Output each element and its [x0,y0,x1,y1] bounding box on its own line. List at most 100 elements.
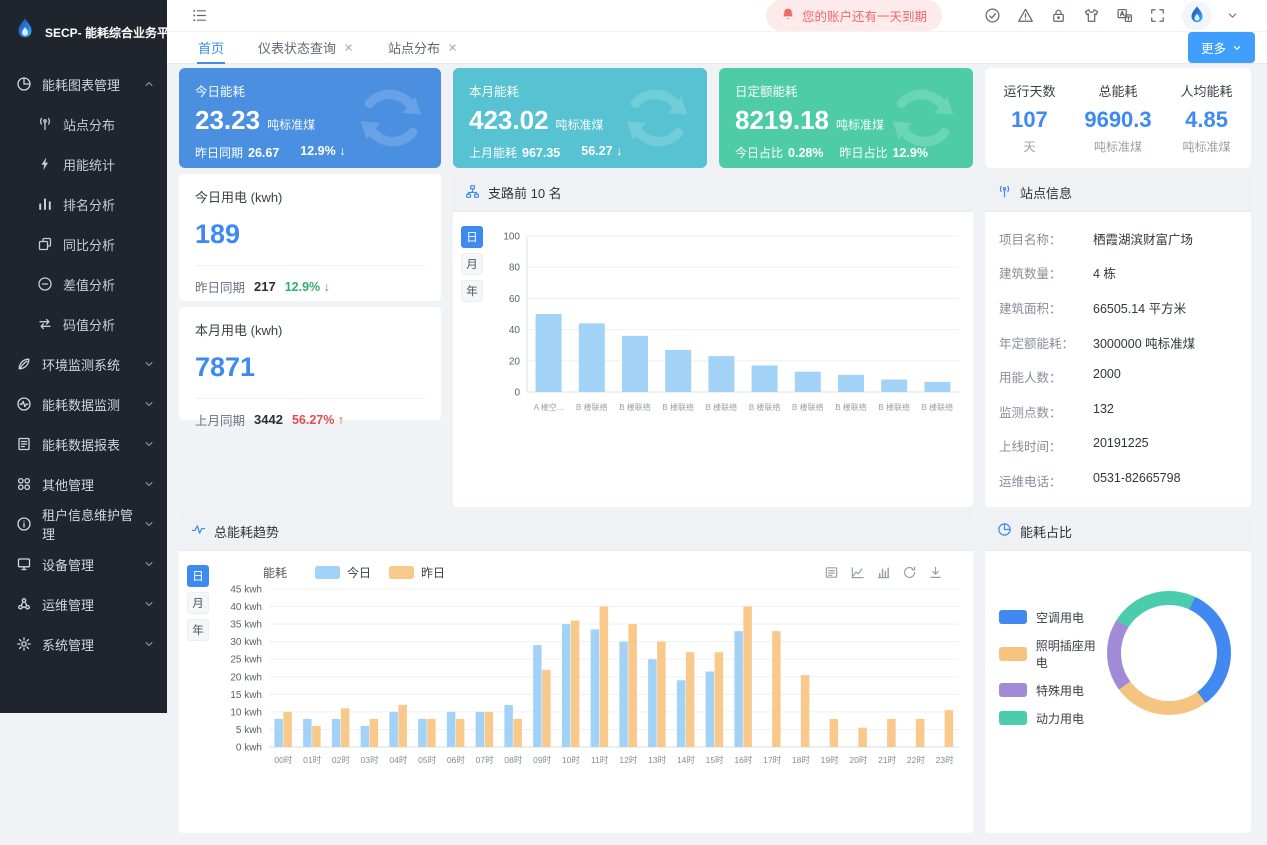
fullscreen-button[interactable] [1141,7,1174,24]
site-info-row: 建筑面积：66505.14 平方米 [999,290,1237,325]
period-toggle-月[interactable]: 月 [187,592,209,614]
translate-icon [1116,7,1133,24]
tshirt-button[interactable] [1075,7,1108,24]
site-info-value: 3000000 吨标准煤 [1093,333,1195,352]
donut-legend-item-2[interactable]: 特殊用电 [999,682,1107,699]
logo[interactable]: SECP- 能耗综合业务平台 [0,0,167,64]
site-info-row: 年定额能耗：3000000 吨标准煤 [999,325,1237,360]
svg-text:22时: 22时 [907,755,925,765]
menu-collapse-button[interactable] [183,7,216,24]
stat-label: 总能耗 [1084,81,1151,100]
sidebar-item-7[interactable]: 运维管理 [0,584,167,624]
sidebar: SECP- 能耗综合业务平台 能耗图表管理站点分布用能统计排名分析同比分析差值分… [0,0,167,713]
user-menu-chevron[interactable] [1216,9,1249,22]
sidebar-item-2[interactable]: 能耗数据监测 [0,384,167,424]
close-icon[interactable] [343,42,354,53]
energy-share-legend: 空调用电照明插座用电特殊用电动力用电 [999,591,1107,727]
tab-home[interactable]: 首页 [181,32,241,63]
donut-legend-item-1[interactable]: 照明插座用电 [999,637,1107,671]
period-toggle-月[interactable]: 月 [461,253,483,275]
period-toggle-日[interactable]: 日 [461,226,483,248]
chevron-down-icon [143,598,155,610]
summary-stat-1: 总能耗9690.3吨标准煤 [1084,81,1151,155]
kpi-card-1: 本月能耗423.02吨标准煤上月能耗967.3556.27 ↓ [453,68,707,168]
dashboard-icon [984,7,1001,24]
trend-panel-title: 总能耗趋势 [214,522,279,541]
alert-text: 您的账户还有一天到期 [802,6,927,25]
bar-chart-icon[interactable] [876,565,891,580]
sidebar-item-0[interactable]: 能耗图表管理 [0,64,167,104]
lock-button[interactable] [1042,7,1075,24]
restore-icon[interactable] [902,565,917,580]
site-info-row: 上线时间：20191225 [999,429,1237,464]
svg-text:5 kwh: 5 kwh [236,725,262,736]
legend-item-今日[interactable]: 今日 [315,564,371,581]
sidebar-subitem-2[interactable]: 排名分析 [0,184,167,224]
more-button[interactable]: 更多 [1188,32,1255,63]
sidebar-subitem-5[interactable]: 码值分析 [0,304,167,344]
sidebar-item-label: 能耗图表管理 [42,75,120,94]
sidebar-subitem-1[interactable]: 用能统计 [0,144,167,184]
sidebar-item-5[interactable]: 租户信息维护管理 [0,504,167,544]
sidebar-item-8[interactable]: 系统管理 [0,624,167,664]
today-power-value: 189 [195,219,425,250]
device-icon [16,556,32,572]
today-power-card: 今日用电 (kwh) 189 昨日同期 217 12.9% ↓ [179,174,441,301]
month-power-title: 本月用电 (kwh) [195,320,425,339]
period-toggle-年[interactable]: 年 [461,280,483,302]
account-expiry-alert[interactable]: 您的账户还有一天到期 [766,0,942,31]
sidebar-item-4[interactable]: 其他管理 [0,464,167,504]
grid-icon [16,476,32,492]
data-view-icon[interactable] [824,565,839,580]
legend-swatch [315,566,340,579]
sidebar-subitem-0[interactable]: 站点分布 [0,104,167,144]
translate-button[interactable] [1108,7,1141,24]
svg-text:15 kwh: 15 kwh [230,690,262,701]
tab-2[interactable]: 站点分布 [371,32,475,63]
sidebar-item-3[interactable]: 能耗数据报表 [0,424,167,464]
dashboard-button[interactable] [976,7,1009,24]
fullscreen-icon [1149,7,1166,24]
legend-item-昨日[interactable]: 昨日 [389,564,445,581]
period-toggle-年[interactable]: 年 [187,619,209,641]
energy-share-donut-chart[interactable] [1107,591,1231,715]
line-chart-icon[interactable] [850,565,865,580]
kpi-footer-item: 昨日同期26.67 [195,144,279,161]
sidebar-item-6[interactable]: 设备管理 [0,544,167,584]
month-power-value: 7871 [195,352,425,383]
download-icon[interactable] [928,565,943,580]
energy-trend-chart[interactable]: 0 kwh5 kwh10 kwh15 kwh20 kwh25 kwh30 kwh… [213,581,973,776]
bell-icon [781,7,795,21]
sidebar-subitem-3[interactable]: 同比分析 [0,224,167,264]
warning-button[interactable] [1009,7,1042,24]
chevron-down-icon [143,518,155,530]
energy-trend-panel: 总能耗趋势 日月年 能耗 今日昨日 0 kwh5 kwh10 kwh15 kwh… [179,513,973,833]
avatar[interactable] [1182,1,1212,31]
svg-text:B 楼联络: B 楼联络 [835,402,867,412]
svg-text:60: 60 [509,294,521,305]
compare-icon [37,236,53,252]
chevron-down-icon [143,478,155,490]
tshirt-icon [1083,7,1100,24]
tab-1[interactable]: 仪表状态查询 [241,32,371,63]
ops-icon [16,596,32,612]
svg-text:09时: 09时 [533,755,551,765]
branch-top10-chart[interactable]: 020406080100A 楼空...B 楼联络B 楼联络B 楼联络B 楼联络B… [487,212,973,425]
donut-legend-item-0[interactable]: 空调用电 [999,609,1107,626]
sidebar-item-label: 环境监测系统 [42,355,120,374]
donut-legend-item-3[interactable]: 动力用电 [999,710,1107,727]
svg-text:12时: 12时 [619,755,637,765]
app-title: SECP- 能耗综合业务平台 [45,24,181,41]
chevron-down-icon [143,358,155,370]
topbar: 您的账户还有一天到期 [167,0,1267,31]
share-nodes-icon [465,184,480,199]
svg-text:30 kwh: 30 kwh [230,637,262,648]
sidebar-item-1[interactable]: 环境监测系统 [0,344,167,384]
kpi-footer-item: 上月能耗967.35 [469,144,560,161]
site-info-row: 用能人数：2000 [999,359,1237,394]
close-icon[interactable] [447,42,458,53]
today-power-footer-value: 217 [254,279,276,294]
period-toggle-日[interactable]: 日 [187,565,209,587]
sidebar-item-label: 能耗数据监测 [42,395,120,414]
sidebar-subitem-4[interactable]: 差值分析 [0,264,167,304]
